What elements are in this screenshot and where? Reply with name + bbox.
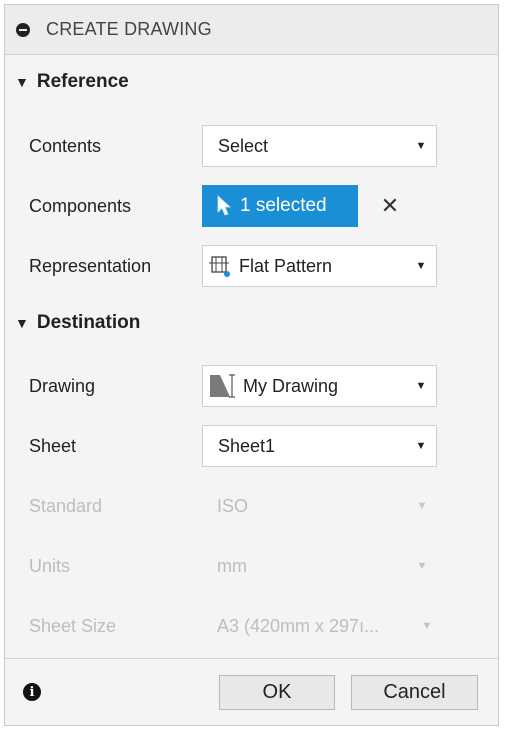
drawing-value: My Drawing [243, 375, 339, 396]
standard-dropdown: ISO ▼ [202, 485, 437, 527]
units-value: mm [217, 555, 247, 576]
sheet-size-dropdown: A3 (420mm x 297ı... ▼ [202, 605, 437, 647]
dropdown-arrow-icon: ▼ [415, 140, 427, 152]
dropdown-arrow-icon: ▼ [416, 500, 428, 512]
contents-value: Select [218, 135, 269, 156]
ok-button[interactable]: OK [219, 675, 335, 710]
section-destination-header[interactable]: ▼ Destination [15, 312, 140, 334]
representation-label: Representation [29, 256, 152, 276]
drawing-dropdown[interactable]: My Drawing ▼ [202, 365, 437, 407]
row-standard: Standard ISO ▼ [5, 476, 498, 536]
dropdown-arrow-icon: ▼ [415, 260, 427, 272]
drawing-icon [208, 373, 236, 399]
dialog-footer: i OK Cancel [5, 658, 498, 725]
units-dropdown: mm ▼ [202, 545, 437, 587]
dialog-titlebar: CREATE DRAWING [5, 5, 498, 55]
caret-down-icon: ▼ [15, 315, 29, 331]
sheet-size-value: A3 (420mm x 297ı... [217, 615, 380, 636]
components-label: Components [29, 196, 132, 216]
create-drawing-dialog: CREATE DRAWING ▼ Reference Contents Sele… [4, 4, 499, 726]
dropdown-arrow-icon: ▼ [415, 380, 427, 392]
sheet-label: Sheet [29, 436, 77, 456]
section-reference-label: Reference [36, 71, 129, 92]
units-label: Units [29, 556, 71, 576]
cancel-button[interactable]: Cancel [351, 675, 478, 710]
representation-dropdown[interactable]: Flat Pattern ▼ [202, 245, 437, 287]
row-components: Components 1 selected ✕ [5, 176, 498, 236]
sheet-size-label: Sheet Size [29, 616, 117, 636]
row-sheet: Sheet Sheet1 ▼ [5, 416, 498, 476]
standard-value: ISO [217, 495, 249, 516]
contents-label: Contents [29, 136, 102, 156]
components-selection-text: 1 selected [240, 195, 327, 216]
section-reference-header[interactable]: ▼ Reference [15, 71, 129, 93]
contents-dropdown[interactable]: Select ▼ [202, 125, 437, 167]
row-representation: Representation Flat Pattern ▼ [5, 236, 498, 296]
drawing-label: Drawing [29, 376, 96, 396]
flat-pattern-icon [208, 254, 232, 278]
dropdown-arrow-icon: ▼ [415, 440, 427, 452]
row-drawing: Drawing My Drawing ▼ [5, 356, 498, 416]
sheet-value: Sheet1 [218, 435, 276, 456]
sheet-dropdown[interactable]: Sheet1 ▼ [202, 425, 437, 467]
row-units: Units mm ▼ [5, 536, 498, 596]
components-selection-button[interactable]: 1 selected [202, 185, 358, 227]
representation-value: Flat Pattern [239, 255, 333, 276]
cursor-arrow-icon [216, 195, 232, 217]
caret-down-icon: ▼ [15, 74, 29, 90]
info-icon[interactable]: i [23, 683, 41, 701]
clear-selection-icon[interactable]: ✕ [378, 185, 402, 227]
row-contents: Contents Select ▼ [5, 116, 498, 176]
standard-label: Standard [29, 496, 103, 516]
dropdown-arrow-icon: ▼ [416, 560, 428, 572]
section-destination-label: Destination [36, 312, 141, 333]
dropdown-arrow-icon: ▼ [421, 620, 433, 632]
collapse-minus-icon[interactable] [16, 22, 30, 37]
dialog-title: CREATE DRAWING [46, 19, 212, 39]
row-sheet-size: Sheet Size A3 (420mm x 297ı... ▼ [5, 596, 498, 656]
